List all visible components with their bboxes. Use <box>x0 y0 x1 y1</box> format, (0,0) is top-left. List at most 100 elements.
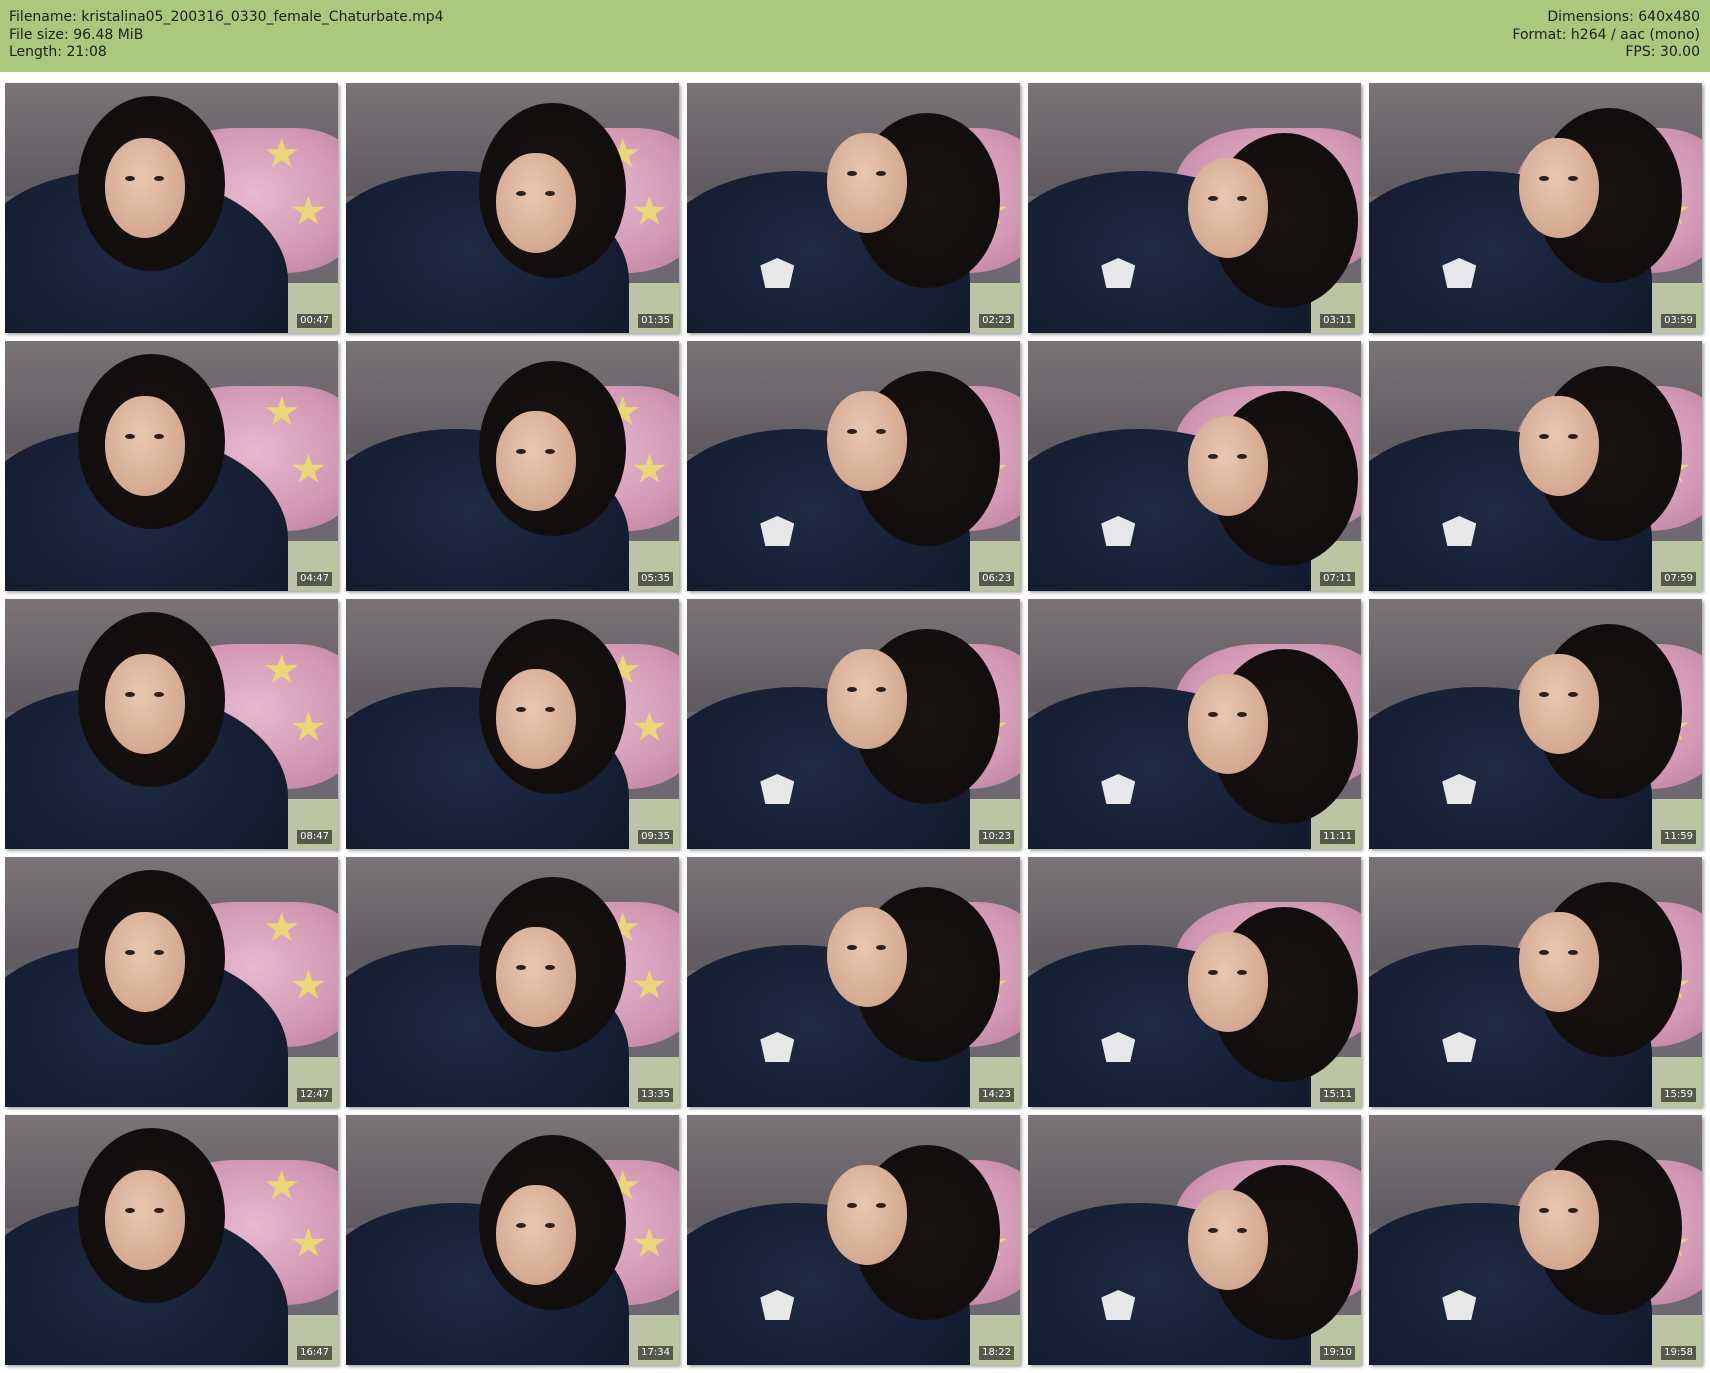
thumbnail-grid: 00:47 01:35 02:23 03:11 03:59 04:47 05:35 06:23… <box>5 83 1702 1365</box>
thumbnail-timestamp: 01:35 <box>638 314 673 328</box>
face <box>1187 1190 1268 1290</box>
eye <box>1207 970 1218 975</box>
eye <box>545 1223 556 1228</box>
video-thumbnail: 19:58 <box>1369 1115 1702 1365</box>
face <box>495 1185 576 1285</box>
video-thumbnail: 18:22 <box>687 1115 1020 1365</box>
eye <box>876 429 887 434</box>
face <box>826 133 907 233</box>
face <box>104 912 185 1012</box>
thumbnail-timestamp: 03:11 <box>1320 314 1355 328</box>
video-thumbnail: 07:11 <box>1028 341 1361 591</box>
thumbnail-timestamp: 19:10 <box>1320 1346 1355 1360</box>
eye <box>545 965 556 970</box>
thumbnail-timestamp: 19:58 <box>1661 1346 1696 1360</box>
info-header: Filename: kristalina05_200316_0330_femal… <box>0 0 1710 72</box>
filename-text: Filename: kristalina05_200316_0330_femal… <box>9 9 444 25</box>
eye <box>1207 196 1218 201</box>
face <box>1518 654 1599 754</box>
eye <box>124 1208 135 1213</box>
eye <box>1538 1208 1549 1213</box>
eye <box>846 171 857 176</box>
eye <box>1207 1228 1218 1233</box>
eye <box>154 176 165 181</box>
video-thumbnail: 03:59 <box>1369 83 1702 333</box>
video-thumbnail: 05:35 <box>346 341 679 591</box>
eye <box>846 945 857 950</box>
eye <box>876 945 887 950</box>
thumbnail-timestamp: 05:35 <box>638 572 673 586</box>
eye <box>1568 950 1579 955</box>
face <box>495 153 576 253</box>
face <box>1518 138 1599 238</box>
eye <box>1207 712 1218 717</box>
video-thumbnail: 16:47 <box>5 1115 338 1365</box>
eye <box>154 434 165 439</box>
eye <box>515 707 526 712</box>
video-thumbnail: 06:23 <box>687 341 1020 591</box>
eye <box>846 687 857 692</box>
video-thumbnail: 11:59 <box>1369 599 1702 849</box>
thumbnail-timestamp: 03:59 <box>1661 314 1696 328</box>
thumbnail-timestamp: 04:47 <box>297 572 332 586</box>
eye <box>1237 196 1248 201</box>
eye <box>154 1208 165 1213</box>
eye <box>1538 434 1549 439</box>
face <box>495 927 576 1027</box>
eye <box>1237 454 1248 459</box>
video-thumbnail: 13:35 <box>346 857 679 1107</box>
thumbnail-timestamp: 12:47 <box>297 1088 332 1102</box>
thumbnail-timestamp: 10:23 <box>979 830 1014 844</box>
face <box>1518 912 1599 1012</box>
eye <box>515 965 526 970</box>
thumbnail-timestamp: 17:34 <box>638 1346 673 1360</box>
face <box>495 669 576 769</box>
face <box>826 1165 907 1265</box>
eye <box>154 950 165 955</box>
video-thumbnail: 10:23 <box>687 599 1020 849</box>
eye <box>124 692 135 697</box>
eye <box>1568 176 1579 181</box>
eye <box>1237 1228 1248 1233</box>
eye <box>515 449 526 454</box>
video-thumbnail: 12:47 <box>5 857 338 1107</box>
eye <box>876 171 887 176</box>
video-thumbnail: 17:34 <box>346 1115 679 1365</box>
thumbnail-timestamp: 16:47 <box>297 1346 332 1360</box>
file-info: Filename: kristalina05_200316_0330_femal… <box>9 9 444 62</box>
eye <box>545 191 556 196</box>
eye <box>1237 712 1248 717</box>
thumbnail-timestamp: 11:11 <box>1320 830 1355 844</box>
face <box>1187 158 1268 258</box>
face <box>826 391 907 491</box>
video-thumbnail: 08:47 <box>5 599 338 849</box>
fps-text: FPS: 30.00 <box>1625 44 1700 60</box>
eye <box>124 176 135 181</box>
face <box>104 396 185 496</box>
eye <box>515 191 526 196</box>
eye <box>1538 950 1549 955</box>
eye <box>154 692 165 697</box>
eye <box>846 1203 857 1208</box>
filesize-text: File size: 96.48 MiB <box>9 26 144 43</box>
thumbnail-timestamp: 09:35 <box>638 830 673 844</box>
thumbnail-timestamp: 14:23 <box>979 1088 1014 1102</box>
video-thumbnail: 11:11 <box>1028 599 1361 849</box>
eye <box>1568 692 1579 697</box>
thumbnail-timestamp: 13:35 <box>638 1088 673 1102</box>
thumbnail-timestamp: 15:59 <box>1661 1088 1696 1102</box>
thumbnail-timestamp: 18:22 <box>979 1346 1014 1360</box>
video-thumbnail: 00:47 <box>5 83 338 333</box>
eye <box>1568 1208 1579 1213</box>
eye <box>1207 454 1218 459</box>
eye <box>124 434 135 439</box>
video-thumbnail: 03:11 <box>1028 83 1361 333</box>
thumbnail-timestamp: 11:59 <box>1661 830 1696 844</box>
face <box>826 649 907 749</box>
thumbnail-timestamp: 00:47 <box>297 314 332 328</box>
dimensions-text: Dimensions: 640x480 <box>1547 9 1700 25</box>
video-thumbnail: 14:23 <box>687 857 1020 1107</box>
face <box>1187 416 1268 516</box>
video-thumbnail: 19:10 <box>1028 1115 1361 1365</box>
thumbnail-timestamp: 15:11 <box>1320 1088 1355 1102</box>
